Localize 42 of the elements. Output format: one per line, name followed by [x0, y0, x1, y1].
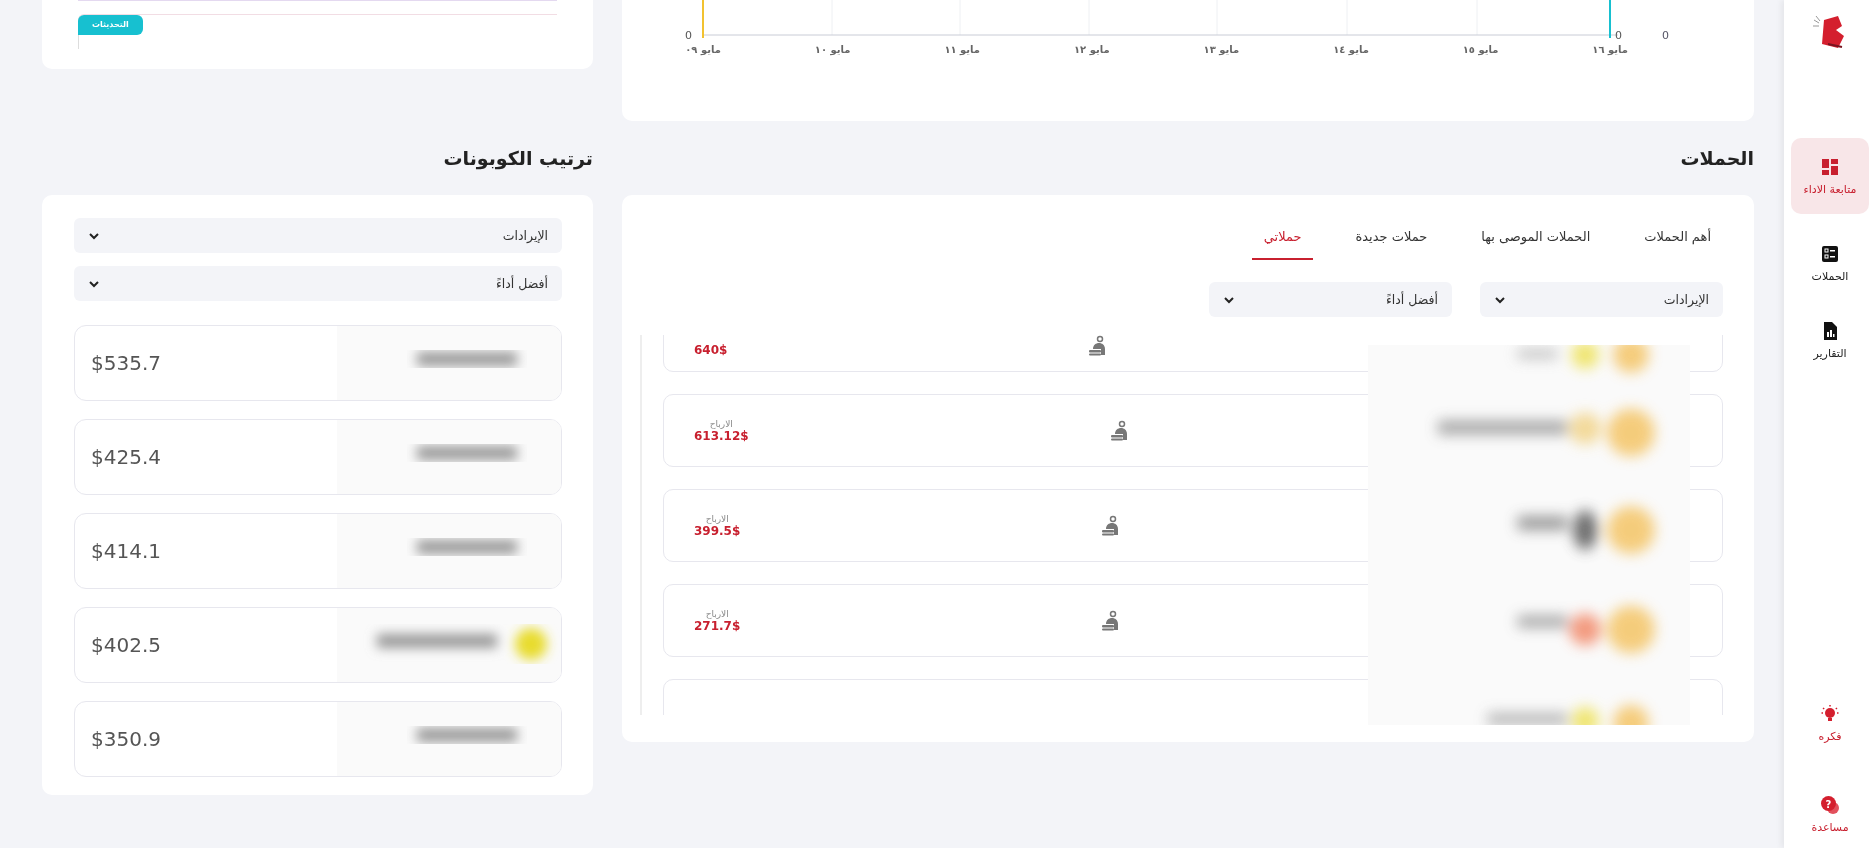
earnings-label: الارباح	[705, 513, 729, 524]
coupon-value: $350.9	[91, 727, 161, 751]
axis-label: مايو ١٠	[813, 44, 852, 55]
axis-label: 0	[1662, 29, 1669, 42]
nav-item[interactable]: التقارير	[1791, 313, 1869, 368]
nav-item[interactable]: ? مساعدة	[1791, 787, 1869, 842]
coupon-value: $414.1	[91, 539, 161, 563]
earnings-label: الارباح	[709, 418, 733, 429]
dropdown[interactable]: الإيرادات	[74, 218, 562, 253]
earnings-value: 640$	[694, 343, 728, 357]
tab[interactable]: أهم الحملات	[1632, 229, 1723, 260]
axis-label: مايو ٠٩	[684, 44, 722, 55]
coupon-value: $425.4	[91, 445, 161, 469]
section-title: ترتيب الكوبونات	[442, 147, 593, 169]
coupon-value: $402.5	[91, 633, 161, 657]
nav-item[interactable]: الحملات	[1791, 236, 1869, 291]
tab[interactable]: الحملات الموصى بها	[1469, 229, 1603, 260]
axis-label: 0	[1615, 29, 1622, 42]
axis-label: مايو ١٣	[1202, 44, 1241, 55]
nav-item[interactable]: متابعة الاداء	[1791, 138, 1869, 214]
axis-label: مايو ١٥	[1461, 44, 1500, 55]
coupon-value: $535.7	[91, 351, 161, 375]
axis-label: مايو ١٢	[1073, 44, 1111, 55]
dropdown[interactable]: الإيرادات	[1480, 282, 1723, 317]
dropdown[interactable]: أفضل أداءً	[1209, 282, 1452, 317]
dashboard-icon	[1820, 156, 1840, 177]
earnings-value: 399.5$	[694, 523, 741, 538]
updates-badge: التحديثات	[78, 15, 143, 35]
tab[interactable]: حملات جديدة	[1343, 229, 1440, 260]
checklist-icon	[1820, 244, 1840, 264]
axis-label: 0	[685, 29, 692, 42]
dropdown[interactable]: أفضل أداءً	[74, 266, 562, 301]
axis-label: مايو ١٤	[1332, 44, 1370, 55]
earnings-label: الارباح	[705, 608, 729, 619]
axis-label: مايو ١٦	[1591, 44, 1630, 55]
section-title: الحملات	[1679, 147, 1754, 169]
earnings-value: 613.12$	[694, 428, 749, 443]
earnings-value: 271.7$	[694, 618, 741, 633]
tab[interactable]: حملاتي	[1251, 229, 1314, 260]
lightbulb-icon	[1820, 704, 1840, 724]
nav-item[interactable]: فكره	[1791, 696, 1869, 751]
axis-label: مايو ١١	[943, 44, 982, 55]
